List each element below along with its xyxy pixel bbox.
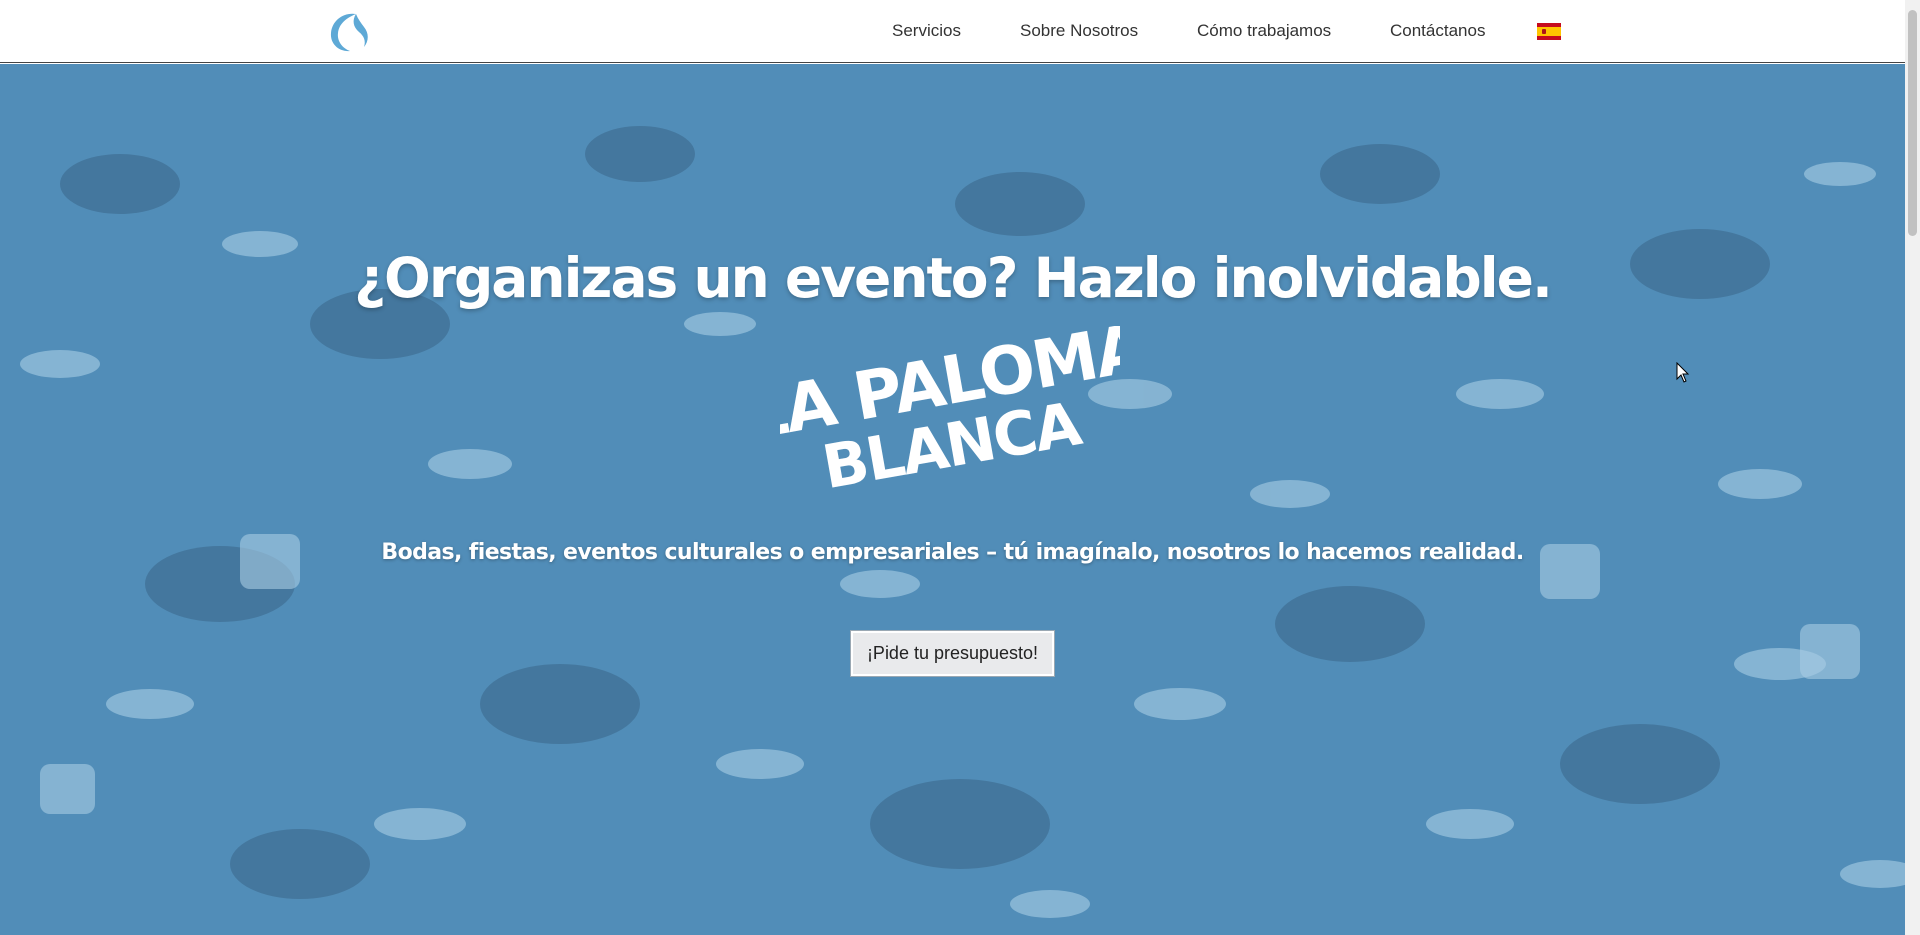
la-paloma-blanca-logo: LA PALOMA BLANCA <box>780 326 1120 496</box>
mouse-pointer-icon <box>1676 362 1690 383</box>
hero-color-overlay <box>0 64 1905 935</box>
page-scrollbar[interactable] <box>1905 0 1920 935</box>
scrollbar-thumb[interactable] <box>1908 10 1917 236</box>
nav-link-contactanos[interactable]: Contáctanos <box>1390 21 1485 41</box>
nav-link-servicios[interactable]: Servicios <box>892 21 961 41</box>
hero-title: ¿Organizas un evento? Hazlo inolvidable. <box>354 246 1553 310</box>
hero-section: ¿Organizas un evento? Hazlo inolvidable.… <box>0 64 1905 935</box>
top-navbar: Servicios Sobre Nosotros Cómo trabajamos… <box>0 0 1905 63</box>
hero-subtitle: Bodas, fiestas, eventos culturales o emp… <box>381 540 1524 565</box>
nav-menu: Servicios Sobre Nosotros Cómo trabajamos… <box>0 0 1905 63</box>
request-quote-button[interactable]: ¡Pide tu presupuesto! <box>850 630 1055 677</box>
nav-link-como-trabajamos[interactable]: Cómo trabajamos <box>1197 21 1331 41</box>
nav-link-sobre-nosotros[interactable]: Sobre Nosotros <box>1020 21 1138 41</box>
spain-flag-icon[interactable] <box>1537 23 1561 40</box>
